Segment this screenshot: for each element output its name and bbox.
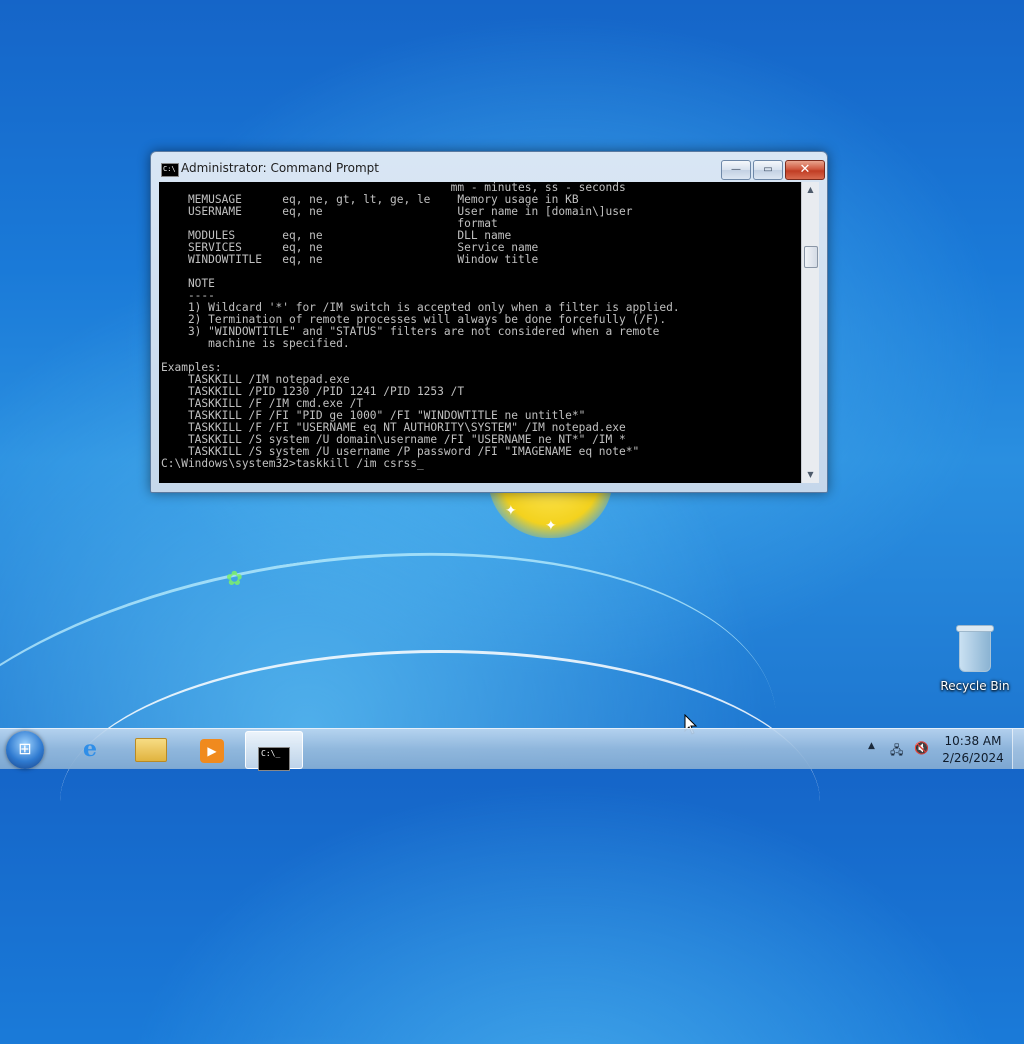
recycle-bin-icon [956, 625, 994, 672]
media-player-icon: ▶ [200, 739, 224, 763]
console-text: mm - minutes, ss - seconds MEMUSAGE eq, … [161, 182, 680, 458]
wallpaper-sparkle: ✦ [545, 518, 557, 534]
taskbar-media-player[interactable]: ▶ [184, 731, 240, 767]
cmd-icon: C:\ [161, 163, 179, 177]
command-prompt-window[interactable]: C:\ Administrator: Command Prompt — ▭ ✕ … [150, 151, 828, 493]
wallpaper-sparkle: ✦ [505, 503, 517, 519]
system-clock[interactable]: 10:38 AM 2/26/2024 [940, 733, 1006, 767]
clock-time: 10:38 AM [944, 734, 1002, 748]
show-desktop-button[interactable] [1012, 729, 1024, 769]
maximize-button[interactable]: ▭ [753, 160, 783, 180]
clock-date: 2/26/2024 [942, 751, 1004, 765]
taskbar-command-prompt[interactable]: C:\_ [245, 731, 303, 771]
minimize-button[interactable]: — [721, 160, 751, 180]
close-button[interactable]: ✕ [785, 160, 825, 180]
scroll-down-icon[interactable]: ▼ [802, 467, 819, 483]
recycle-bin-label: Recycle Bin [940, 679, 1010, 693]
console-output[interactable]: mm - minutes, ss - seconds MEMUSAGE eq, … [159, 182, 801, 483]
taskbar-windows-explorer[interactable] [123, 731, 179, 767]
prompt-text: C:\Windows\system32>taskkill /im csrss [161, 457, 417, 470]
cmd-icon: C:\_ [258, 747, 290, 771]
network-icon[interactable]: 🖧 [890, 741, 903, 762]
recycle-bin-shortcut[interactable]: Recycle Bin [938, 625, 1012, 693]
scroll-up-icon[interactable]: ▲ [802, 182, 819, 198]
vertical-scrollbar[interactable]: ▲ ▼ [801, 182, 819, 483]
console-prompt-line[interactable]: C:\Windows\system32>taskkill /im csrss_ [159, 458, 801, 470]
window-titlebar[interactable]: C:\ Administrator: Command Prompt — ▭ ✕ [151, 152, 827, 182]
wallpaper-swoosh [0, 499, 806, 1044]
taskbar-internet-explorer[interactable]: e [62, 731, 118, 767]
internet-explorer-icon: e [83, 736, 97, 762]
text-cursor: _ [416, 457, 424, 470]
scrollbar-thumb[interactable] [804, 246, 818, 268]
folder-icon [135, 738, 167, 762]
volume-muted-icon[interactable]: 🔇 [914, 741, 929, 755]
taskbar: ⊞ e ▶ C:\_ ▲ 🖧 🔇 10:38 AM 2/26/2024 [0, 728, 1024, 771]
wallpaper-leaf: ✿ [226, 566, 243, 590]
window-title: Administrator: Command Prompt [181, 161, 379, 175]
show-hidden-icons-button[interactable]: ▲ [868, 741, 875, 751]
start-button[interactable]: ⊞ [6, 731, 44, 769]
wallpaper-swoosh [60, 650, 820, 953]
